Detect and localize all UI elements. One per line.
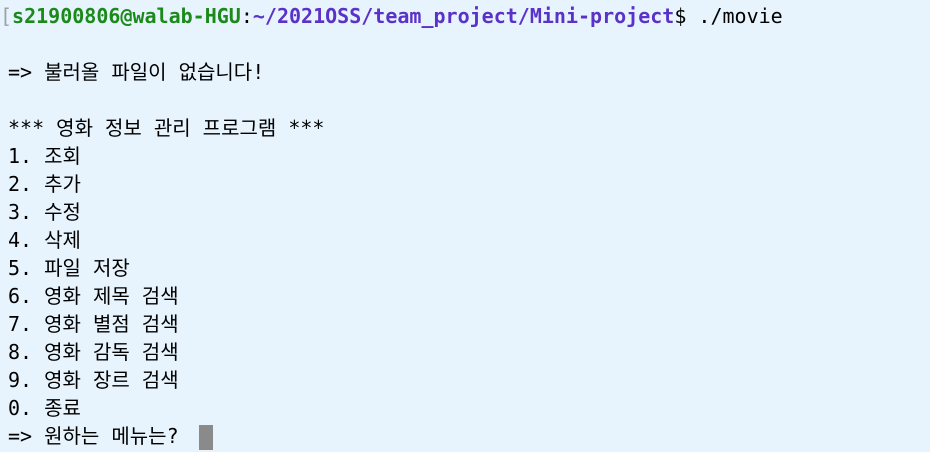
menu-item-exit: 0. 종료	[8, 396, 81, 420]
shell-prompt-line: [s21900806@walab-HGU:~/2021OSS/team_proj…	[0, 2, 930, 30]
prompt-bracket: [	[0, 4, 13, 28]
input-prompt: => 원하는 메뉴는?	[8, 424, 191, 448]
menu-item-search-rating: 7. 영화 별점 검색	[8, 312, 179, 336]
input-line[interactable]: => 원하는 메뉴는?	[8, 422, 930, 450]
menu-item-search-genre: 9. 영화 장르 검색	[8, 368, 179, 392]
menu-item-edit: 3. 수정	[8, 200, 81, 224]
menu-item-search-director: 8. 영화 감독 검색	[8, 340, 179, 364]
prompt-cwd: ~/2021OSS/team_project/Mini-project	[252, 4, 675, 28]
program-title: *** 영화 정보 관리 프로그램 ***	[8, 116, 325, 140]
load-message: => 불러올 파일이 없습니다!	[8, 60, 265, 84]
prompt-colon: :	[240, 4, 253, 28]
menu-item-add: 2. 추가	[8, 172, 81, 196]
terminal-window[interactable]: [s21900806@walab-HGU:~/2021OSS/team_proj…	[0, 0, 930, 452]
prompt-symbol: $	[674, 4, 687, 28]
menu-item-view: 1. 조회	[8, 144, 81, 168]
menu-item-delete: 4. 삭제	[8, 228, 81, 252]
prompt-user-host: s21900806@walab-HGU	[12, 4, 241, 28]
prompt-command: ./movie	[686, 4, 783, 28]
menu-item-search-title: 6. 영화 제목 검색	[8, 284, 179, 308]
text-cursor[interactable]	[198, 425, 213, 450]
menu-item-save-file: 5. 파일 저장	[8, 256, 130, 280]
